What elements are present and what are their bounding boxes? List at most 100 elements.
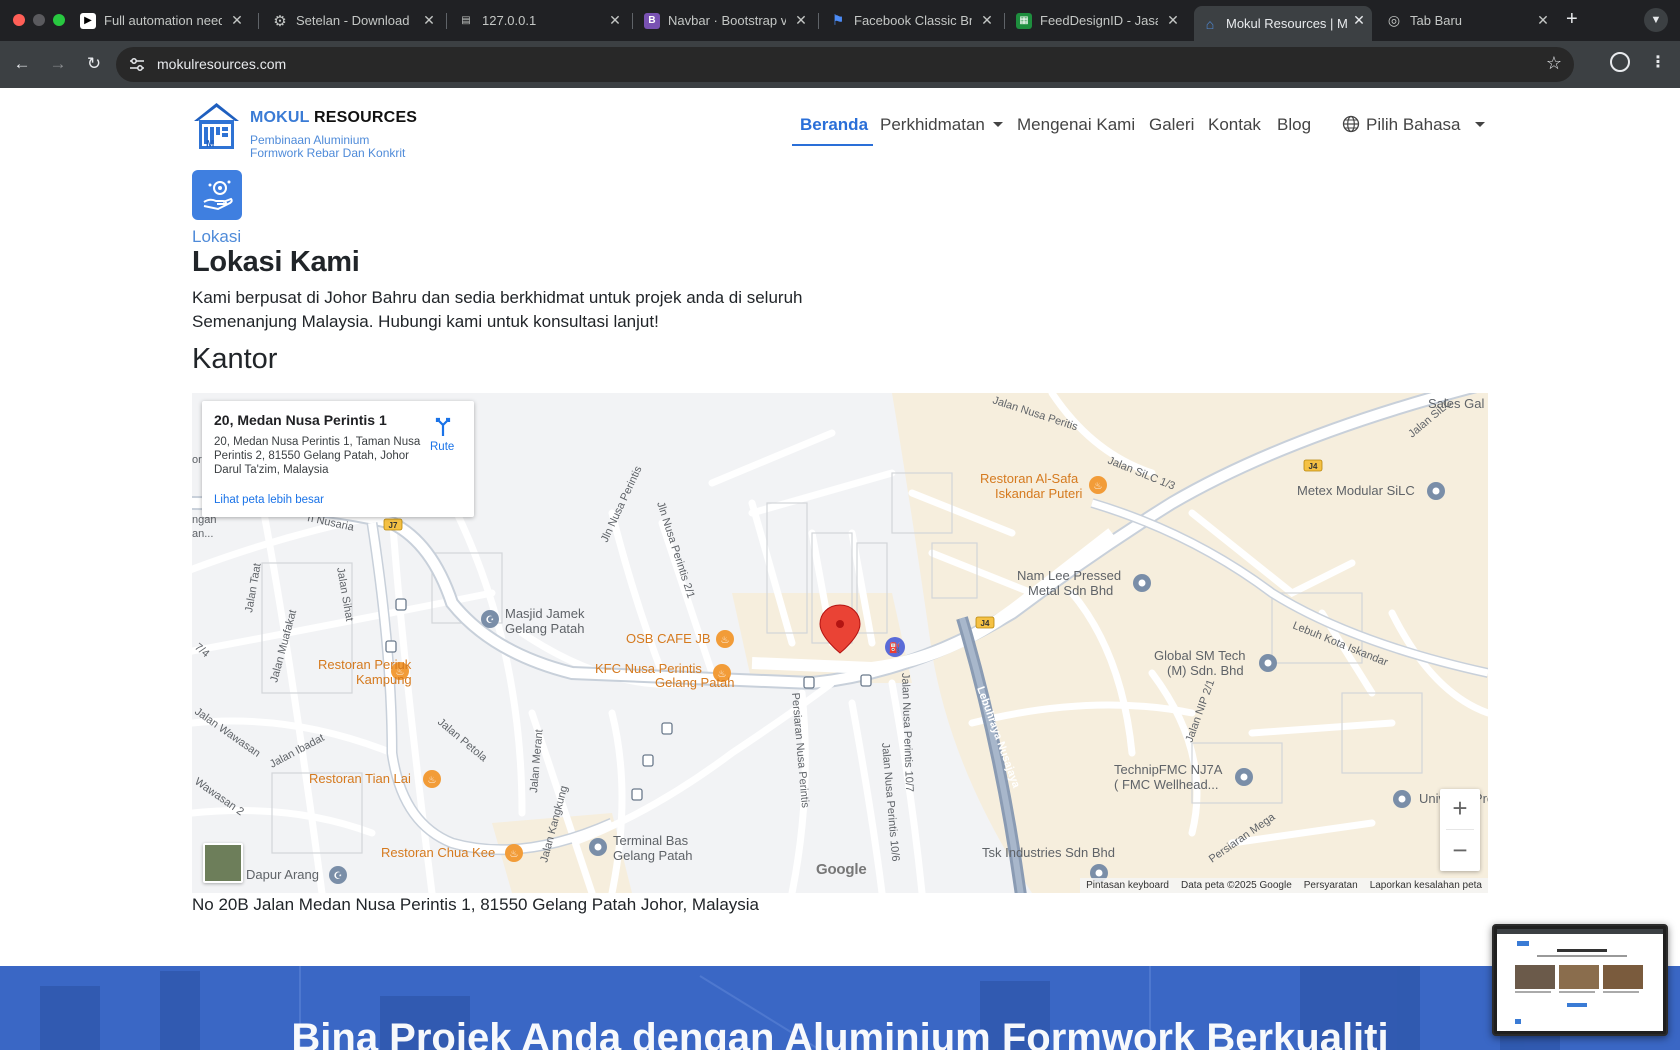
tab-localhost[interactable]: ▤ 127.0.0.1 ✕ — [458, 6, 628, 35]
map-info-card: 20, Medan Nusa Perintis 1 20, Medan Nusa… — [202, 401, 474, 517]
bookmark-star-icon[interactable]: ☆ — [1546, 53, 1562, 74]
tab-strip: ▶ Full automation need ✕ ⚙ Setelan - Dow… — [0, 0, 1680, 41]
business-pin-universe — [1393, 790, 1411, 808]
poi-label: TechnipFMC NJ7A — [1114, 762, 1223, 777]
svg-text:♨: ♨ — [428, 775, 437, 786]
close-tab-icon[interactable]: ✕ — [606, 11, 624, 29]
forward-button[interactable]: → — [46, 52, 70, 76]
gear-icon: ⚙ — [273, 12, 287, 30]
restaurant-pin-chuakee: ♨ — [505, 844, 523, 862]
keyboard-shortcuts-link[interactable]: Pintasan keyboard — [1086, 880, 1169, 891]
close-tab-icon[interactable]: ✕ — [1164, 11, 1182, 29]
restaurant-pin-tianlai: ♨ — [423, 770, 441, 788]
site-settings-icon[interactable] — [130, 58, 144, 71]
route-shield-j4-north: J4 — [1303, 459, 1323, 472]
business-pin-globalsm — [1259, 654, 1277, 672]
close-tab-icon[interactable]: ✕ — [792, 11, 810, 29]
poi-label: Nam Lee Pressed — [1017, 568, 1121, 583]
poi-label: Metal Sdn Bhd — [1028, 583, 1113, 598]
nav-perkhidmatan[interactable]: Perkhidmatan — [880, 115, 1003, 135]
chrome-icon: ◎ — [1387, 12, 1401, 28]
business-pin-metex — [1427, 482, 1445, 500]
brand-name-part2: RESOURCES — [314, 109, 418, 126]
nav-blog[interactable]: Blog — [1277, 115, 1311, 135]
back-button[interactable]: ← — [10, 52, 34, 76]
svg-text:J4: J4 — [981, 619, 990, 628]
brand[interactable]: M MOKUL RESOURCES Pembinaan Aluminium Fo… — [192, 101, 422, 160]
nav-mengenai-kami[interactable]: Mengenai Kami — [1017, 115, 1135, 135]
zoom-in-button[interactable]: + — [1440, 789, 1480, 829]
route-shield-j4: J4 — [975, 616, 995, 629]
map-data-attribution: Data peta ©2025 Google — [1180, 880, 1292, 891]
tab-feeddesign[interactable]: ▦ FeedDesignID - Jasa ✕ — [1016, 6, 1186, 35]
profile-icon[interactable] — [1610, 52, 1630, 72]
house-icon: ⌂ — [1205, 15, 1215, 32]
language-selector[interactable]: Pilih Bahasa — [1342, 115, 1485, 135]
poi-label: Iskandar Puteri — [995, 486, 1083, 501]
embedded-map[interactable]: J7 J4 J4 Jalan Nusa Peritis Jalan SiLC 1… — [192, 393, 1488, 893]
office-address: No 20B Jalan Medan Nusa Perintis 1, 8155… — [192, 895, 760, 914]
poi-label: Restoran Chua Kee — [381, 845, 495, 860]
poi-label: Restoran Al-Safa — [980, 471, 1079, 486]
close-tab-icon[interactable]: ✕ — [978, 11, 996, 29]
tab-full-automation[interactable]: ▶ Full automation need ✕ — [80, 6, 250, 35]
mosque-pin-dapur: ☪ — [329, 866, 347, 884]
directions-icon[interactable] — [432, 415, 454, 437]
poi-label: Tsk Industries Sdn Bhd — [982, 845, 1115, 860]
cta-hero-banner: Bina Projek Anda dengan Aluminium Formwo… — [0, 966, 1680, 1050]
close-tab-icon[interactable]: ✕ — [228, 11, 246, 29]
address-bar[interactable]: mokulresources.com ☆ — [116, 47, 1574, 82]
menu-kebab-icon[interactable]: ⋮ — [1650, 52, 1666, 72]
poi-label: (M) Sdn. Bhd — [1167, 663, 1244, 678]
view-larger-map-link[interactable]: Lihat peta lebih besar — [214, 494, 324, 506]
bus-stop-icon — [661, 722, 673, 735]
svg-text:M: M — [206, 139, 214, 150]
sheet-icon: ▦ — [1016, 12, 1032, 29]
poi-label: Sales Gal — [1428, 396, 1484, 411]
tab-setelan[interactable]: ⚙ Setelan - Download ✕ — [272, 6, 442, 35]
business-pin-technip — [1235, 768, 1253, 786]
satellite-toggle-button[interactable] — [203, 843, 243, 883]
tab-preview-thumbnail[interactable] — [1492, 924, 1668, 1036]
close-tab-icon[interactable]: ✕ — [420, 11, 438, 29]
map-attribution-bar: Pintasan keyboard Data peta ©2025 Google… — [1080, 878, 1488, 893]
tab-new[interactable]: ◎ Tab Baru ✕ — [1386, 6, 1556, 35]
svg-text:J7: J7 — [389, 521, 398, 530]
nav-galeri[interactable]: Galeri — [1149, 115, 1194, 135]
close-tab-icon[interactable]: ✕ — [1350, 11, 1368, 29]
poi-label: Gelang Patah — [613, 848, 693, 863]
tab-mokul-active[interactable]: ⌂ Mokul Resources | M ✕ — [1194, 6, 1372, 41]
new-tab-button[interactable]: + — [1566, 8, 1578, 31]
close-window-button[interactable] — [13, 14, 25, 26]
chevron-down-icon — [1474, 122, 1485, 127]
report-error-link[interactable]: Laporkan kesalahan peta — [1370, 880, 1482, 891]
bus-stop-icon — [631, 788, 643, 801]
poi-label: Restoran Periuk — [318, 657, 412, 672]
poi-label: Dapur Arang — [246, 867, 319, 882]
nav-beranda[interactable]: Beranda — [800, 115, 868, 135]
zoom-out-button[interactable]: − — [1440, 831, 1480, 871]
section-eyebrow: Lokasi — [192, 227, 242, 246]
poi-label: Global SM Tech — [1154, 648, 1246, 663]
chevron-down-icon — [992, 122, 1003, 127]
svg-text:☪: ☪ — [334, 871, 343, 882]
minimize-window-button[interactable] — [33, 14, 45, 26]
mosque-pin: ☪ — [481, 610, 499, 628]
section-description: Kami berpusat di Johor Bahru dan sedia b… — [192, 288, 803, 331]
poi-label: Gelang Patah — [655, 675, 735, 690]
nav-kontak[interactable]: Kontak — [1208, 115, 1261, 135]
tab-facebook[interactable]: ⚑ Facebook Classic Br ✕ — [830, 6, 1000, 35]
bus-stop-icon — [803, 676, 815, 689]
video-icon: ▶ — [80, 12, 96, 29]
terms-link[interactable]: Persyaratan — [1304, 880, 1358, 891]
maximize-window-button[interactable] — [53, 14, 65, 26]
close-tab-icon[interactable]: ✕ — [1534, 11, 1552, 29]
directions-label[interactable]: Rute — [430, 441, 454, 453]
bus-terminal-pin — [589, 838, 607, 856]
poi-label: Masjid Jamek — [505, 606, 585, 621]
tab-search-button[interactable]: ▼ — [1644, 8, 1668, 32]
cta-hero-title: Bina Projek Anda dengan Aluminium Formwo… — [291, 1016, 1389, 1050]
reload-button[interactable]: ↻ — [82, 52, 106, 76]
globe-icon — [1342, 115, 1360, 133]
tab-bootstrap[interactable]: B Navbar · Bootstrap v ✕ — [644, 6, 814, 35]
